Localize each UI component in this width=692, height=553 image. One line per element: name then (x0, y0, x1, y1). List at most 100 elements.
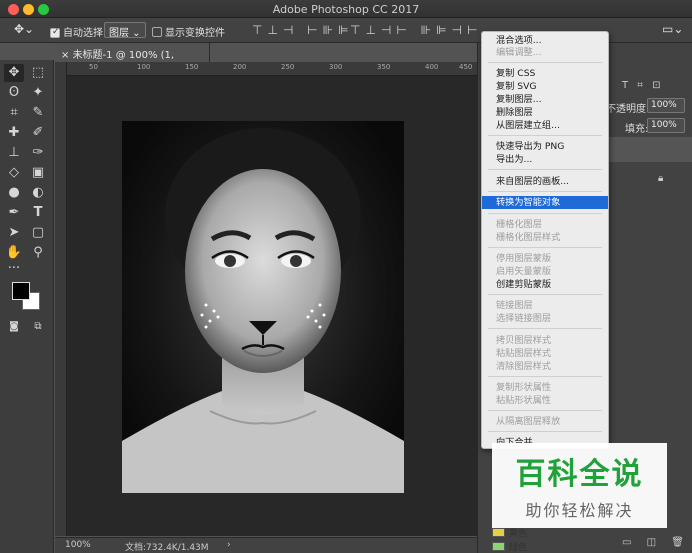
magic-wand-icon[interactable]: ✦ (28, 84, 48, 102)
watermark: 百科全说 助你轻松解决 (492, 443, 667, 528)
lock-icon: 🔒︎ (658, 173, 664, 184)
layer-context-menu: 混合选项... 编辑调整... 复制 CSS 复制 SVG 复制图层... 删除… (481, 31, 609, 449)
gradient-tool-icon[interactable]: ▣ (28, 164, 48, 182)
menu-item-duplicate-layer[interactable]: 复制图层... (482, 93, 608, 106)
ruler-tick: 150 (185, 63, 199, 71)
path-selection-icon[interactable]: ➤ (4, 224, 24, 242)
color-label-text: 黄色 (509, 529, 528, 539)
menu-item-release-from-isolation: 从隔离图层释放 (496, 416, 561, 427)
portrait-artwork[interactable] (122, 121, 404, 493)
menu-item-paste-shape-attributes: 粘贴形状属性 (496, 395, 552, 406)
menu-separator (488, 213, 602, 214)
fill-input[interactable]: 100% (647, 118, 685, 133)
ruler-tick: 250 (281, 63, 295, 71)
distribute-buttons[interactable]: ⊤⊥⊣⊢ ⊪⊫⊣⊢ (350, 23, 482, 37)
auto-select-dropdown[interactable]: 图层 ⌄ (104, 22, 146, 39)
auto-select-label: 自动选择: (63, 28, 107, 39)
menu-item-enable-vector-mask: 启用矢量蒙版 (496, 266, 552, 277)
menu-separator (488, 294, 602, 295)
fill-label: 填充: (625, 124, 649, 135)
watermark-title: 百科全说 (515, 457, 644, 492)
document-tab[interactable]: × 未标题-1 @ 100% (1, RGB/8*) * (55, 43, 210, 72)
ruler-tick: 200 (233, 63, 247, 71)
show-transform-label: 显示变换控件 (165, 28, 225, 39)
ruler-tick: 350 (377, 63, 391, 71)
document-info: 文档:732.4K/1.43M (125, 543, 209, 553)
healing-brush-icon[interactable]: ✚ (4, 124, 24, 142)
brush-tool-icon[interactable]: ✐ (28, 124, 48, 142)
quick-mask-icon[interactable]: ◙ (4, 318, 24, 336)
menu-item-quick-export-png[interactable]: 快速导出为 PNG (482, 140, 608, 153)
zoom-level[interactable]: 100% (65, 540, 91, 550)
dodge-tool-icon[interactable]: ◐ (28, 184, 48, 202)
menu-item-convert-to-smart-object[interactable]: 转换为智能对象 (482, 196, 608, 209)
shape-tool-icon[interactable]: ▢ (28, 224, 48, 242)
foreground-color-swatch[interactable] (12, 282, 30, 300)
zoom-tool-icon[interactable]: ⚲ (28, 244, 48, 262)
horizontal-ruler: 50 100 150 200 250 300 350 400 450 (67, 62, 477, 76)
title-bar: Adobe Photoshop CC 2017 (0, 0, 692, 18)
window-title: Adobe Photoshop CC 2017 (272, 3, 420, 16)
menu-separator (488, 410, 602, 411)
vertical-ruler (55, 62, 67, 536)
menu-item-copy-svg[interactable]: 复制 SVG (482, 80, 608, 93)
yellow-swatch (492, 528, 505, 537)
ruler-tick: 300 (329, 63, 343, 71)
pen-tool-icon[interactable]: ✒ (4, 204, 24, 222)
auto-select-value: 图层 (109, 28, 129, 39)
checkbox-unchecked-icon (152, 27, 162, 37)
more-tools-icon[interactable]: ··· (4, 260, 24, 278)
menu-separator (488, 431, 602, 432)
clone-stamp-icon[interactable]: ⊥ (4, 144, 24, 162)
menu-item-artboard-from-layers[interactable]: 来自图层的画板... (482, 175, 608, 188)
menu-item-create-clipping-mask[interactable]: 创建剪贴蒙版 (482, 278, 608, 291)
opacity-label: 不透明度: (606, 104, 650, 115)
align-buttons[interactable]: ⊤⊥⊣ ⊢⊪⊫ (252, 23, 354, 37)
menu-separator (488, 191, 602, 192)
ruler-tick: 450 (459, 63, 473, 71)
menu-item-delete-layer[interactable]: 删除图层 (482, 106, 608, 119)
layer-actions-icons[interactable]: ▭ ◫ 🗑︎ (622, 537, 690, 548)
layer-filter-icons[interactable]: T ⌗ ⊡ (622, 80, 663, 91)
menu-item-export-as[interactable]: 导出为... (482, 153, 608, 166)
move-tool-icon[interactable]: ✥ (4, 64, 24, 82)
menu-item-copy-css[interactable]: 复制 CSS (482, 67, 608, 80)
eraser-tool-icon[interactable]: ◇ (4, 164, 24, 182)
menu-item-edit-adjustment: 编辑调整... (496, 47, 542, 58)
marquee-tool-icon[interactable]: ⬚ (28, 64, 48, 82)
opacity-input[interactable]: 100% (647, 98, 685, 113)
menu-separator (488, 169, 602, 170)
menu-item-rasterize-layer: 栅格化图层 (496, 219, 542, 230)
menu-item-copy-layer-style: 拷贝图层样式 (496, 335, 552, 346)
chevron-right-icon[interactable]: › (227, 540, 231, 550)
history-brush-icon[interactable]: ✑ (28, 144, 48, 162)
lasso-tool-icon[interactable]: ʘ (4, 84, 24, 102)
menu-separator (488, 247, 602, 248)
layer-row-selected[interactable] (608, 137, 692, 162)
crop-tool-icon[interactable]: ⌗ (4, 104, 24, 122)
watermark-subtitle: 助你轻松解决 (525, 501, 634, 520)
move-tool-icon[interactable]: ✥⌄ (14, 22, 34, 36)
checkbox-checked-icon (50, 28, 60, 38)
auto-select-checkbox[interactable]: 自动选择: (50, 24, 106, 39)
status-bar: 100% 文档:732.4K/1.43M › (55, 537, 495, 553)
menu-separator (488, 376, 602, 377)
menu-separator (488, 328, 602, 329)
close-tab-icon[interactable]: × (61, 50, 73, 61)
workspace-icon[interactable]: ▭⌄ (662, 22, 683, 36)
color-label-text: 绿色 (509, 543, 528, 553)
eyedropper-icon[interactable]: ✎ (28, 104, 48, 122)
menu-item-rasterize-layer-style: 栅格化图层样式 (496, 232, 561, 243)
type-tool-icon[interactable]: T (28, 204, 48, 222)
menu-item-disable-layer-mask: 停用图层蒙版 (496, 253, 552, 264)
show-transform-checkbox[interactable]: 显示变换控件 (152, 24, 225, 39)
menu-item-clear-layer-style: 清除图层样式 (496, 361, 552, 372)
color-label-green[interactable]: 绿色 (492, 540, 612, 553)
ruler-tick: 100 (137, 63, 151, 71)
tools-panel: ✥ ⬚ ʘ ✦ ⌗ ✎ ✚ ✐ ⊥ ✑ ◇ ▣ ● ◐ ✒ T ➤ ▢ ✋ ⚲ … (0, 60, 54, 553)
blur-tool-icon[interactable]: ● (4, 184, 24, 202)
screen-mode-icon[interactable]: ⧉ (28, 318, 48, 336)
menu-item-group-from-layers[interactable]: 从图层建立组... (482, 119, 608, 132)
green-swatch (492, 542, 505, 551)
ruler-tick: 50 (89, 63, 98, 71)
